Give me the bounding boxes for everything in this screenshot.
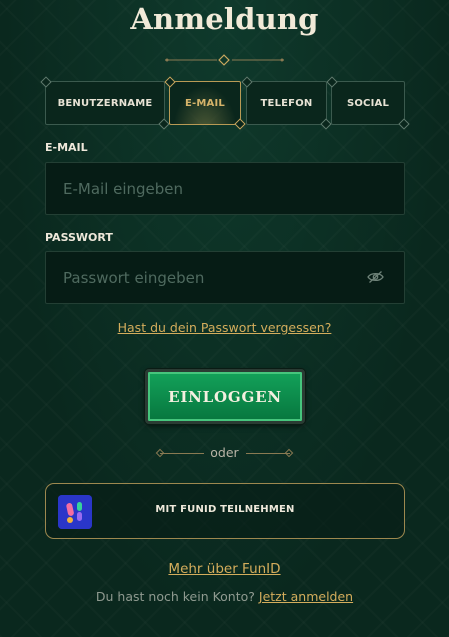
email-input[interactable] <box>46 163 404 214</box>
more-about-funid-link[interactable]: Mehr über FunID <box>0 561 449 577</box>
login-button-label: EINLOGGEN <box>168 387 282 406</box>
tab-email-label: E-MAIL <box>185 97 225 109</box>
tab-username[interactable]: BENUTZERNAME <box>45 81 165 125</box>
password-field-container <box>45 251 405 304</box>
email-label: E-MAIL <box>45 141 88 154</box>
tab-social[interactable]: SOCIAL <box>331 81 405 125</box>
tab-username-label: BENUTZERNAME <box>57 97 153 109</box>
password-input[interactable] <box>46 252 404 303</box>
tab-phone[interactable]: TELEFON <box>246 81 327 125</box>
ornament-divider <box>165 54 284 66</box>
tab-phone-label: TELEFON <box>260 97 313 109</box>
page-title: Anmeldung <box>130 2 319 36</box>
register-prompt: Du hast noch kein Konto? Jetzt anmelden <box>0 589 449 604</box>
forgot-password-link[interactable]: Hast du dein Passwort vergessen? <box>0 320 449 335</box>
funid-signin-button[interactable]: MIT FUNID TEILNEHMEN <box>45 483 405 539</box>
eye-slash-icon[interactable] <box>367 270 384 284</box>
no-account-text: Du hast noch kein Konto? <box>95 589 255 604</box>
email-field-container <box>45 162 405 215</box>
register-link[interactable]: Jetzt anmelden <box>259 589 353 604</box>
login-method-tabs: BENUTZERNAME E-MAIL TELEFON SOCIAL <box>45 81 405 125</box>
tab-social-label: SOCIAL <box>346 97 390 109</box>
password-label: PASSWORT <box>45 231 113 244</box>
or-separator-text: oder <box>210 445 239 460</box>
tab-email[interactable]: E-MAIL <box>169 81 241 125</box>
funid-button-label: MIT FUNID TEILNEHMEN <box>155 504 295 515</box>
login-button[interactable]: EINLOGGEN <box>145 369 305 424</box>
or-divider-right <box>246 453 290 454</box>
